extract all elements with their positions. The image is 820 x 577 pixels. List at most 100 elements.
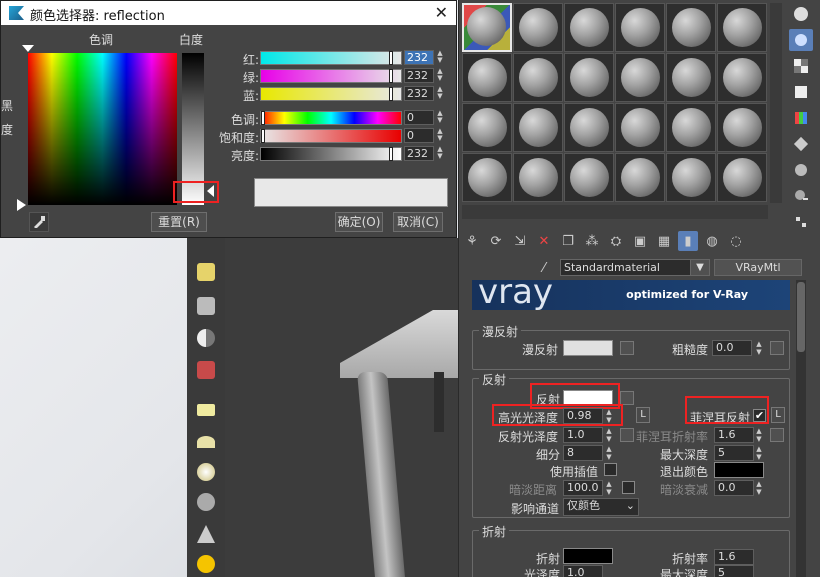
material-slot[interactable] [717,53,767,102]
hue-slider-thumb[interactable] [261,111,265,125]
material-slot[interactable] [462,53,512,102]
show-end-result-icon[interactable]: ▮ [678,231,698,251]
camera-lens-icon[interactable] [193,260,219,284]
put-to-scene-icon[interactable]: ⟳ [486,231,506,251]
dim-distance-spinner[interactable]: ▲ ▼ [604,480,614,496]
diffuse-color-swatch[interactable] [563,340,613,356]
subdivs-spinner[interactable]: ▲ ▼ [604,445,614,461]
slot-vertical-scrollbar[interactable] [770,3,782,203]
material-slot[interactable] [462,3,512,52]
close-icon[interactable]: ✕ [435,3,448,22]
video-color-check-icon[interactable] [789,107,813,129]
material-slot[interactable] [615,3,665,52]
hue-blackness-field[interactable] [28,53,177,205]
sun-icon[interactable] [193,552,219,576]
max-depth-value-field[interactable]: 5 [714,445,754,461]
pick-material-eyedropper-icon[interactable]: ⁄ [534,258,554,278]
roughness-map-button[interactable] [770,341,784,355]
sample-uv-icon[interactable] [789,81,813,103]
exit-color-swatch[interactable] [714,462,764,478]
show-shaded-icon[interactable]: ▦ [654,231,674,251]
saturation-spinner[interactable]: ▲ ▼ [435,128,445,143]
material-slot[interactable] [564,53,614,102]
refract-color-swatch[interactable] [563,548,613,564]
hue-marker[interactable] [22,45,34,52]
ok-button[interactable]: 确定(O) [335,212,383,232]
material-slot[interactable] [462,103,512,152]
refract-gloss-value-field[interactable]: 1.0 [563,565,603,577]
refract-max-depth-value-field[interactable]: 5 [714,565,754,577]
copy-material-icon[interactable]: ❐ [558,231,578,251]
make-preview-icon[interactable] [789,133,813,155]
material-slot[interactable] [513,53,563,102]
saturation-slider[interactable] [260,129,402,143]
roughness-spinner[interactable]: ▲ ▼ [754,340,764,356]
fresnel-ior-value-field[interactable]: 1.6 [714,427,754,443]
material-slot[interactable] [717,153,767,202]
value-value-field[interactable]: 232 [404,146,434,161]
green-spinner[interactable]: ▲ ▼ [435,68,445,83]
material-type-button[interactable]: VRayMtl [714,259,802,276]
green-value-field[interactable]: 232 [404,68,434,83]
material-name-field[interactable]: Standardmaterial [560,259,710,276]
hue-value-field[interactable]: 0 [404,110,434,125]
material-slot[interactable] [462,153,512,202]
dome-icon[interactable] [193,430,219,454]
max-depth-spinner[interactable]: ▲ ▼ [754,445,764,461]
material-slot[interactable] [666,103,716,152]
material-slot[interactable] [615,103,665,152]
go-forward-sibling-icon[interactable]: ◌ [726,231,746,251]
dim-falloff-spinner[interactable]: ▲ ▼ [754,480,764,496]
fresnel-ior-map-button[interactable] [770,428,784,442]
reset-map-icon[interactable]: ✕ [534,231,554,251]
material-slot[interactable] [666,53,716,102]
make-unique-icon[interactable]: ⁂ [582,231,602,251]
material-slot[interactable] [564,3,614,52]
hue-slider[interactable] [260,111,402,125]
material-slot[interactable] [513,103,563,152]
select-by-material-icon[interactable] [789,185,813,207]
affect-channels-dropdown[interactable]: 仅颜色 ⌄ [563,498,639,516]
value-slider-thumb[interactable] [389,147,393,161]
reset-button[interactable]: 重置(R) [151,212,207,232]
dim-distance-checkbox[interactable] [622,481,635,494]
blackness-marker[interactable] [17,199,26,211]
sphere-light-icon[interactable] [193,460,219,484]
material-slot[interactable] [717,103,767,152]
assign-to-selection-icon[interactable]: ⇲ [510,231,530,251]
value-slider[interactable] [260,147,402,161]
material-id-channel-icon[interactable]: ▣ [630,231,650,251]
value-spinner[interactable]: ▲ ▼ [435,146,445,161]
options-icon[interactable] [789,159,813,181]
put-to-library-icon[interactable]: ⛭ [606,231,626,251]
plane-icon[interactable] [193,398,219,422]
blue-slider[interactable] [260,87,402,101]
material-slot[interactable] [564,103,614,152]
material-slot[interactable] [615,153,665,202]
teapot-icon[interactable] [193,490,219,514]
roughness-value-field[interactable]: 0.0 [712,340,752,356]
backlight-icon[interactable] [789,29,813,51]
material-slot[interactable] [564,153,614,202]
refl-gloss-spinner[interactable]: ▲ ▼ [604,427,614,443]
material-slot[interactable] [717,3,767,52]
camera-red-icon[interactable] [193,358,219,382]
red-spinner[interactable]: ▲ ▼ [435,50,445,65]
blue-spinner[interactable]: ▲ ▼ [435,86,445,101]
checker-background-icon[interactable] [789,55,813,77]
green-slider-thumb[interactable] [389,69,393,83]
red-slider[interactable] [260,51,402,65]
sphere-half-icon[interactable] [193,326,219,350]
dim-distance-value-field[interactable]: 100.0 [563,480,603,496]
material-slot[interactable] [513,153,563,202]
slot-horizontal-scrollbar[interactable] [462,205,768,219]
green-slider[interactable] [260,69,402,83]
saturation-value-field[interactable]: 0 [404,128,434,143]
material-slot[interactable] [513,3,563,52]
refract-ior-value-field[interactable]: 1.6 [714,549,754,565]
diffuse-map-button[interactable] [620,341,634,355]
go-to-parent-icon[interactable]: ◍ [702,231,722,251]
fresnel-lock-button[interactable]: L [771,407,785,423]
cone-icon[interactable] [193,522,219,546]
rollout-scroll-thumb[interactable] [797,282,805,352]
